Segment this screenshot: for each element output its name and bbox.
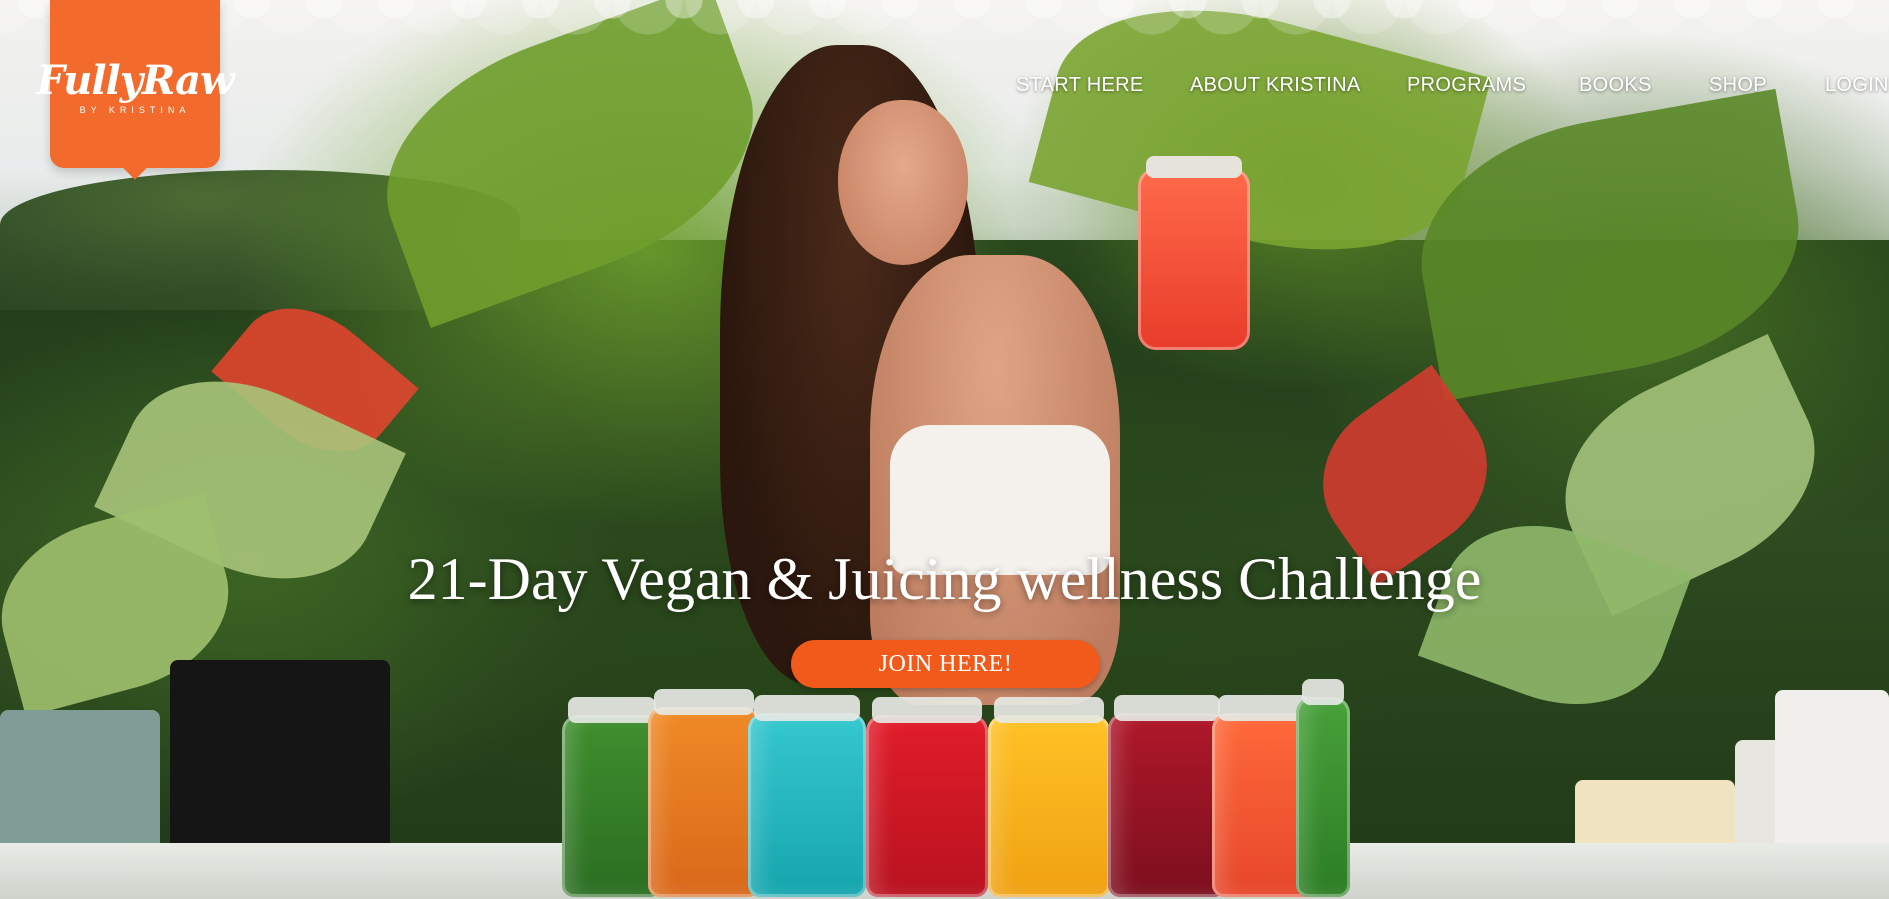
hero-headline: 21-Day Vegan & Juicing wellness Challeng… — [407, 546, 1482, 612]
main-nav: START HERE ABOUT KRISTINA PROGRAMS BOOKS… — [0, 74, 1889, 102]
blue-juice-jar — [748, 695, 866, 897]
nav-shop[interactable]: SHOP — [1709, 74, 1767, 97]
green-juice-jar — [562, 697, 662, 897]
yellow-juice-jar — [988, 697, 1110, 897]
nav-books[interactable]: BOOKS — [1579, 74, 1652, 97]
held-juice-jar — [1138, 156, 1250, 350]
orange-juice-jar — [648, 689, 760, 897]
nav-login[interactable]: LOGIN — [1825, 74, 1889, 97]
nav-programs[interactable]: PROGRAMS — [1407, 74, 1526, 97]
beet-juice-jar — [1108, 695, 1226, 897]
person-face — [838, 100, 968, 265]
logo-tagline: BY KRISTINA — [79, 105, 191, 115]
hero-background — [0, 0, 1889, 899]
lace-pattern-border — [0, 0, 1889, 56]
join-here-button[interactable]: JOIN HERE! — [791, 640, 1100, 688]
green-juice-jar — [1296, 679, 1350, 897]
nav-about-kristina[interactable]: ABOUT KRISTINA — [1190, 74, 1361, 97]
red-juice-jar — [866, 697, 988, 897]
plant-pot — [170, 660, 390, 870]
nav-start-here[interactable]: START HERE — [1016, 74, 1143, 97]
